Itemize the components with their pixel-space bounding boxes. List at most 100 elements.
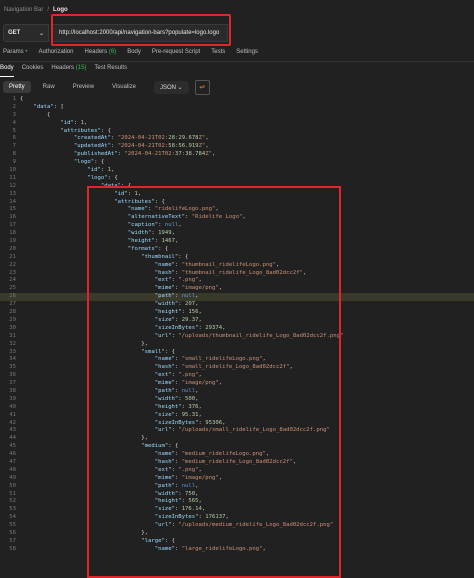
breadcrumb-separator: /	[47, 7, 50, 13]
code-text: "publishedAt": "2024-04-21T02:37:38.784Z…	[73, 151, 216, 158]
line-number: 25	[9, 285, 16, 292]
method-label: GET	[8, 30, 21, 36]
tab-prerequest[interactable]: Pre-request Script	[152, 49, 200, 61]
line-number: 27	[9, 301, 16, 308]
code-text: {	[20, 96, 24, 102]
line-number: 6	[12, 135, 16, 142]
line-number: 29	[9, 316, 16, 323]
tab-cookies[interactable]: Cookies	[22, 65, 44, 77]
tab-headers[interactable]: Headers (6)	[84, 49, 116, 61]
line-number: 34	[9, 356, 16, 363]
line-number: 17	[9, 222, 16, 229]
pretty-button[interactable]: Pretty	[3, 81, 31, 93]
chevron-down-icon: ⌄	[177, 84, 183, 91]
code-line: 3 {	[0, 112, 474, 120]
tab-params[interactable]: Params •	[3, 49, 27, 61]
wrap-icon[interactable]: ⇌	[194, 79, 210, 95]
line-number: 52	[9, 498, 16, 505]
code-text: "id": 1,	[60, 119, 88, 126]
line-number: 24	[9, 277, 16, 284]
line-number: 2	[12, 103, 16, 110]
code-line: 2 "data": [	[0, 104, 474, 112]
code-line: 5 "attributes": {	[0, 128, 474, 136]
line-number: 11	[9, 174, 16, 181]
line-number: 40	[9, 403, 16, 410]
line-number: 41	[9, 411, 16, 418]
line-number: 13	[9, 190, 16, 197]
code-line: 9 "logo": {	[0, 159, 474, 167]
tab-test-results[interactable]: Test Results	[94, 65, 127, 77]
code-line: 11 "logo": {	[0, 175, 474, 183]
line-number: 38	[9, 387, 16, 394]
line-number: 26	[9, 293, 16, 300]
code-text: "createdAt": "2024-04-21T02:28:29.678Z",	[73, 135, 209, 142]
line-number: 30	[9, 324, 16, 331]
response-tabs: Body Cookies Headers (15) Test Results	[0, 65, 127, 77]
line-number: 50	[9, 482, 16, 489]
line-number: 49	[9, 474, 16, 481]
raw-button[interactable]: Raw	[37, 81, 61, 93]
code-line: 10 "id": 1,	[0, 167, 474, 175]
tab-authorization[interactable]: Authorization	[38, 49, 73, 61]
code-line: 4 "id": 1,	[0, 120, 474, 128]
code-text: "attributes": {	[60, 127, 111, 134]
response-headers-count: (15)	[75, 65, 87, 71]
line-number: 31	[9, 332, 16, 339]
line-number: 58	[9, 545, 16, 552]
line-number: 33	[9, 348, 16, 355]
line-number: 14	[9, 198, 16, 205]
line-number: 39	[9, 395, 16, 402]
line-number: 57	[9, 537, 16, 544]
line-number: 1	[12, 96, 16, 102]
line-number: 42	[9, 419, 16, 426]
response-toolbar: Pretty Raw Preview Visualize JSON ⌄ ⇌	[0, 79, 474, 95]
line-number: 9	[12, 159, 16, 166]
tab-response-body[interactable]: Body	[0, 65, 14, 77]
line-number: 23	[9, 269, 16, 276]
line-number: 15	[9, 206, 16, 213]
code-text: {	[20, 111, 51, 118]
params-active-dot: •	[25, 49, 28, 55]
line-number: 54	[9, 514, 16, 521]
format-select[interactable]: JSON ⌄	[153, 80, 189, 94]
line-number: 48	[9, 466, 16, 473]
line-number: 16	[9, 214, 16, 221]
url-highlight-box	[51, 14, 231, 46]
line-number: 45	[9, 443, 16, 450]
page-title[interactable]: Logo	[53, 7, 68, 13]
line-number: 28	[9, 309, 16, 316]
breadcrumb-parent[interactable]: Navigation Bar	[4, 7, 43, 13]
code-text: "logo": {	[87, 174, 118, 181]
line-number: 35	[9, 364, 16, 371]
visualize-button[interactable]: Visualize	[106, 81, 142, 93]
code-text: "id": 1,	[87, 167, 115, 174]
line-number: 21	[9, 253, 16, 260]
chevron-down-icon: ⌄	[38, 30, 44, 37]
line-number: 55	[9, 522, 16, 529]
tab-tests[interactable]: Tests	[211, 49, 225, 61]
line-number: 46	[9, 451, 16, 458]
tab-response-headers[interactable]: Headers (15)	[51, 65, 86, 77]
method-select[interactable]: GET ⌄	[3, 24, 49, 42]
code-line: 6 "createdAt": "2024-04-21T02:28:29.678Z…	[0, 135, 474, 143]
line-number: 53	[9, 506, 16, 513]
line-number: 47	[9, 458, 16, 465]
line-number: 32	[9, 340, 16, 347]
tab-body[interactable]: Body	[127, 49, 141, 61]
code-text: "updatedAt": "2024-04-21T02:58:56.919Z",	[73, 143, 209, 150]
code-line: 7 "updatedAt": "2024-04-21T02:58:56.919Z…	[0, 143, 474, 151]
line-number: 37	[9, 380, 16, 387]
line-number: 20	[9, 245, 16, 252]
logo-data-highlight-box	[87, 186, 341, 578]
line-number: 44	[9, 435, 16, 442]
tab-settings[interactable]: Settings	[236, 49, 258, 61]
line-number: 7	[12, 143, 16, 150]
code-text: "logo": {	[73, 159, 105, 166]
line-number: 18	[9, 230, 16, 237]
preview-button[interactable]: Preview	[67, 81, 100, 93]
headers-count: (6)	[108, 49, 117, 55]
line-number: 4	[12, 119, 16, 126]
code-line: 1{	[0, 96, 474, 104]
line-number: 36	[9, 372, 16, 379]
line-number: 10	[9, 167, 16, 174]
